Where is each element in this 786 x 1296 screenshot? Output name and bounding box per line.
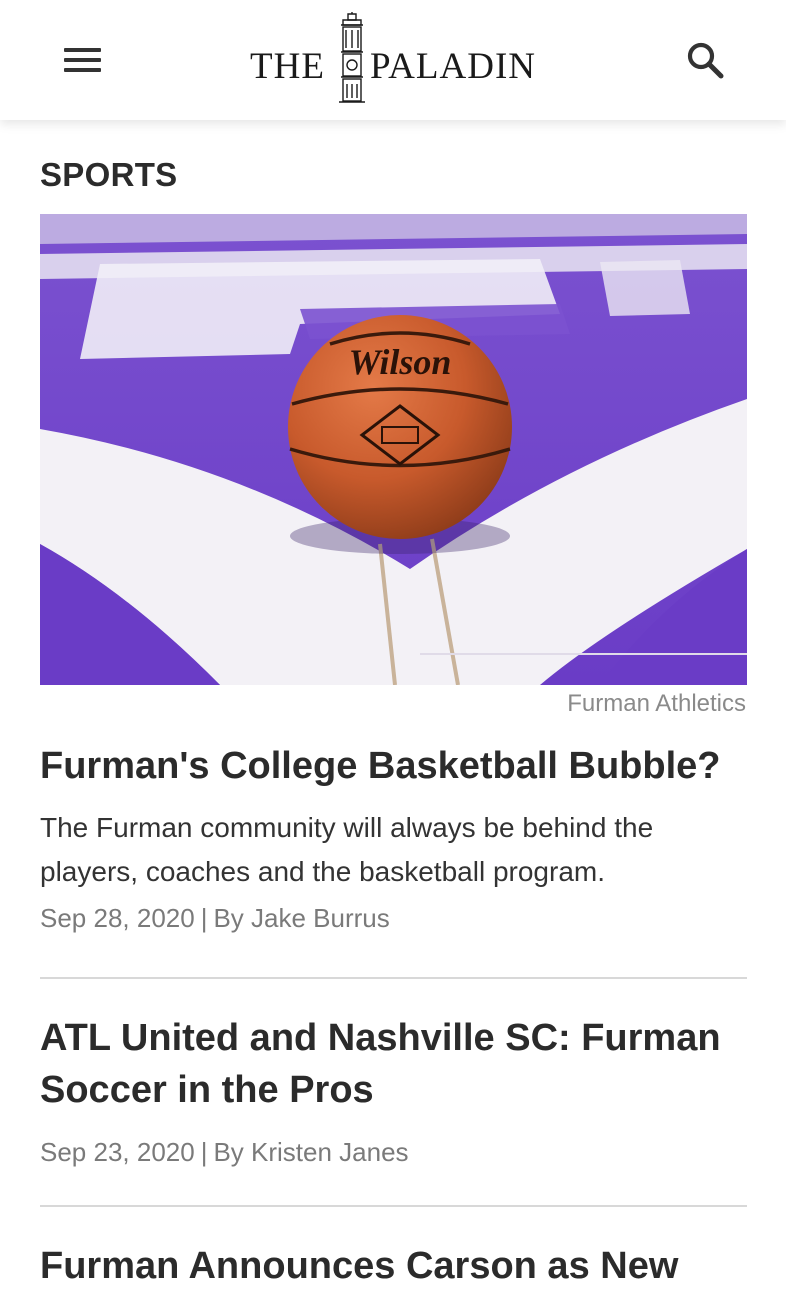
article-meta: Sep 28, 2020 | By Jake Burrus: [40, 900, 747, 936]
article-byline[interactable]: By Jake Burrus: [213, 903, 389, 933]
hamburger-menu-icon[interactable]: [58, 42, 108, 80]
article-description: The Furman community will always be behi…: [40, 812, 654, 887]
bell-tower-icon: [339, 12, 365, 103]
logo-text-the: THE: [250, 46, 325, 87]
meta-separator: |: [200, 1137, 208, 1167]
search-icon[interactable]: [680, 36, 730, 86]
article-card: ATL United and Nashville SC: Furman Socc…: [40, 1012, 747, 1170]
article-divider: [40, 1205, 747, 1207]
meta-separator: |: [200, 903, 208, 933]
article-meta: Sep 23, 2020 | By Kristen Janes: [40, 1134, 747, 1170]
section-title: SPORTS: [40, 156, 178, 193]
article-card: Furman Announces Carson as New: [40, 1240, 747, 1296]
ball-brand-text: Wilson: [349, 342, 452, 382]
article-divider: [40, 977, 747, 979]
article-title[interactable]: ATL United and Nashville SC: Furman Socc…: [40, 1012, 747, 1116]
site-logo[interactable]: THE PALADIN: [248, 12, 540, 108]
article-title[interactable]: Furman's College Basketball Bubble?: [40, 740, 747, 792]
article-title[interactable]: Furman Announces Carson as New: [40, 1240, 747, 1292]
image-caption: Furman Athletics: [567, 690, 746, 717]
article-date: Sep 28, 2020: [40, 903, 195, 933]
article-card: Furman's College Basketball Bubble? The …: [40, 740, 747, 936]
article-byline[interactable]: By Kristen Janes: [213, 1137, 408, 1167]
hero-image[interactable]: Wilson: [40, 214, 747, 685]
article-date: Sep 23, 2020: [40, 1137, 195, 1167]
logo-text-paladin: PALADIN: [370, 46, 536, 87]
top-navigation-bar: THE PALADIN: [0, 0, 786, 120]
